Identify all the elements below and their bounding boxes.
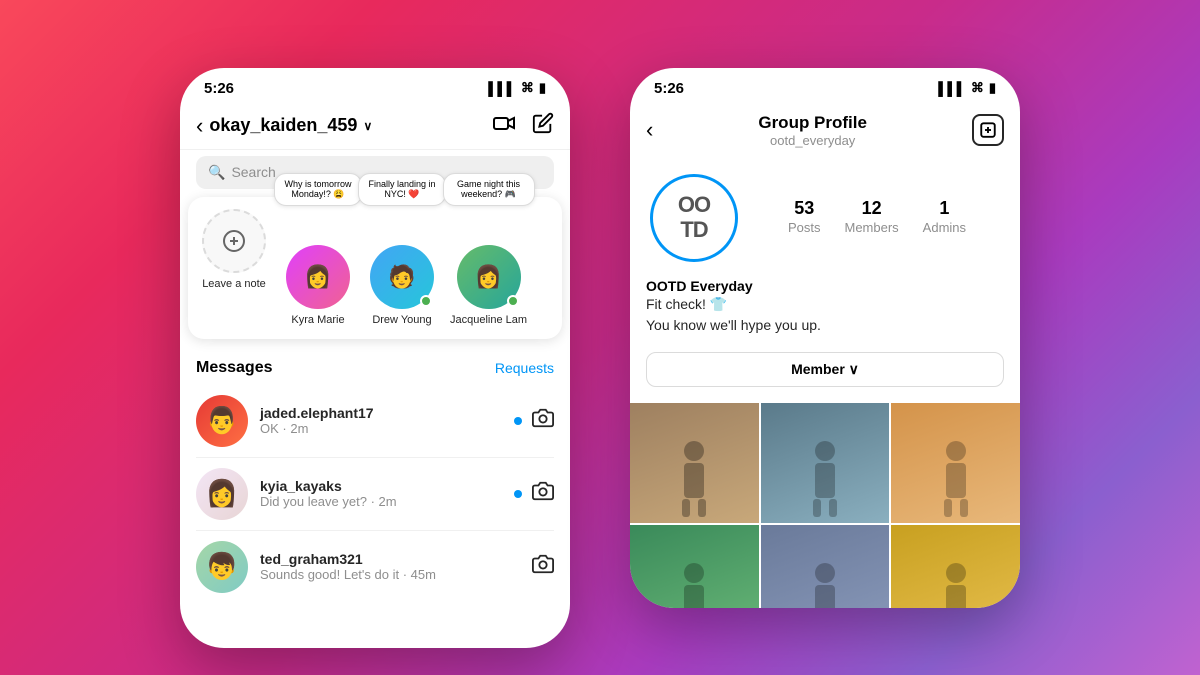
wifi-icon-right: ⌘ bbox=[971, 80, 984, 96]
members-count: 12 bbox=[844, 198, 898, 219]
time-right: 5:26 bbox=[654, 80, 684, 97]
admins-count: 1 bbox=[923, 198, 966, 219]
posts-count: 53 bbox=[788, 198, 821, 219]
nav-header-left: ‹ okay_kaiden_459 ∨ bbox=[180, 103, 570, 150]
add-note-button[interactable] bbox=[202, 209, 266, 273]
camera-icon-3[interactable] bbox=[532, 553, 554, 581]
nav-username[interactable]: okay_kaiden_459 bbox=[209, 115, 357, 136]
msg-preview-3: Sounds good! Let's do it · 45m bbox=[260, 567, 520, 582]
msg-avatar-1: 👨 bbox=[196, 395, 248, 447]
camera-icon-1[interactable] bbox=[532, 407, 554, 435]
note-drew[interactable]: Finally landing in NYC! ❤️ 🧑 Drew Young bbox=[366, 209, 438, 327]
group-profile-title: Group Profile bbox=[758, 113, 867, 133]
note-self[interactable]: Leave a note bbox=[198, 209, 270, 291]
drew-note-bubble: Finally landing in NYC! ❤️ bbox=[358, 173, 446, 207]
jacqueline-note-bubble: Game night this weekend? 🎮 bbox=[443, 173, 535, 207]
messages-header: Messages Requests bbox=[180, 347, 570, 385]
msg-actions-2 bbox=[514, 480, 554, 508]
jacqueline-label: Jacqueline Lam bbox=[450, 313, 527, 327]
group-title-block: Group Profile ootd_everyday bbox=[758, 113, 867, 148]
search-icon: 🔍 bbox=[208, 164, 225, 181]
messages-title: Messages bbox=[196, 359, 273, 377]
nav-title-left[interactable]: ‹ okay_kaiden_459 ∨ bbox=[196, 113, 372, 139]
nav-icons-left bbox=[492, 111, 554, 141]
note-jacqueline[interactable]: Game night this weekend? 🎮 👩 Jacqueline … bbox=[450, 209, 527, 327]
msg-username-3: ted_graham321 bbox=[260, 551, 520, 567]
bio-line2: You know we'll hype you up. bbox=[646, 315, 1004, 336]
back-arrow-right[interactable]: ‹ bbox=[646, 117, 653, 143]
msg-avatar-3: 👦 bbox=[196, 541, 248, 593]
grid-photo-2[interactable] bbox=[761, 403, 890, 523]
avatar-text-line1: OO bbox=[678, 192, 710, 217]
msg-actions-3 bbox=[532, 553, 554, 581]
drew-online-dot bbox=[420, 295, 432, 307]
requests-link[interactable]: Requests bbox=[495, 360, 554, 376]
status-icons-right: ▌▌▌ ⌘ ▮ bbox=[938, 80, 996, 96]
stories-row: Leave a note Why is tomorrow Monday!? 😩 … bbox=[188, 197, 562, 339]
back-arrow-left[interactable]: ‹ bbox=[196, 113, 203, 139]
signal-icon-right: ▌▌▌ bbox=[938, 81, 966, 96]
battery-icon-right: ▮ bbox=[989, 80, 996, 96]
stat-posts: 53 Posts bbox=[788, 198, 821, 237]
unread-dot-1 bbox=[514, 417, 522, 425]
stat-members: 12 Members bbox=[844, 198, 898, 237]
grid-photo-4[interactable] bbox=[630, 525, 759, 608]
photo-grid bbox=[630, 403, 1020, 608]
msg-preview-2: Did you leave yet? · 2m bbox=[260, 494, 502, 509]
msg-content-2: kyia_kayaks Did you leave yet? · 2m bbox=[260, 478, 502, 509]
video-call-icon[interactable] bbox=[492, 111, 516, 141]
battery-icon: ▮ bbox=[539, 80, 546, 96]
wifi-icon: ⌘ bbox=[521, 80, 534, 96]
status-bar-left: 5:26 ▌▌▌ ⌘ ▮ bbox=[180, 68, 570, 103]
member-button[interactable]: Member ∨ bbox=[646, 352, 1004, 387]
message-item-1[interactable]: 👨 jaded.elephant17 OK · 2m bbox=[180, 385, 570, 457]
right-phone: 5:26 ▌▌▌ ⌘ ▮ ‹ Group Profile ootd_everyd… bbox=[630, 68, 1020, 608]
bio-name: OOTD Everyday bbox=[646, 278, 1004, 294]
stats-numbers: 53 Posts 12 Members 1 Admins bbox=[754, 198, 1000, 237]
message-item-2[interactable]: 👩 kyia_kayaks Did you leave yet? · 2m bbox=[180, 458, 570, 530]
status-icons-left: ▌▌▌ ⌘ ▮ bbox=[488, 80, 546, 96]
msg-username-1: jaded.elephant17 bbox=[260, 405, 502, 421]
time-left: 5:26 bbox=[204, 80, 234, 97]
group-username: ootd_everyday bbox=[758, 133, 867, 148]
grid-photo-6[interactable] bbox=[891, 525, 1020, 608]
left-phone: 5:26 ▌▌▌ ⌘ ▮ ‹ okay_kaiden_459 ∨ bbox=[180, 68, 570, 648]
msg-actions-1 bbox=[514, 407, 554, 435]
camera-icon-2[interactable] bbox=[532, 480, 554, 508]
profile-stats: OO TD 53 Posts 12 Members 1 Admins bbox=[630, 158, 1020, 278]
kyra-note-bubble: Why is tomorrow Monday!? 😩 bbox=[274, 173, 362, 207]
note-kyra[interactable]: Why is tomorrow Monday!? 😩 👩 Kyra Marie bbox=[282, 209, 354, 327]
status-bar-right: 5:26 ▌▌▌ ⌘ ▮ bbox=[630, 68, 1020, 103]
kyra-label: Kyra Marie bbox=[291, 313, 344, 327]
add-group-button[interactable] bbox=[972, 114, 1004, 146]
msg-avatar-2: 👩 bbox=[196, 468, 248, 520]
grid-photo-5[interactable] bbox=[761, 525, 890, 608]
chevron-down-icon[interactable]: ∨ bbox=[363, 119, 372, 133]
grid-photo-3[interactable] bbox=[891, 403, 1020, 523]
msg-username-2: kyia_kayaks bbox=[260, 478, 502, 494]
msg-content-1: jaded.elephant17 OK · 2m bbox=[260, 405, 502, 436]
search-placeholder: Search bbox=[231, 164, 275, 180]
members-label: Members bbox=[844, 220, 898, 235]
drew-label: Drew Young bbox=[372, 313, 431, 327]
signal-icon: ▌▌▌ bbox=[488, 81, 516, 96]
edit-icon[interactable] bbox=[532, 112, 554, 140]
stat-admins: 1 Admins bbox=[923, 198, 966, 237]
admins-label: Admins bbox=[923, 220, 966, 235]
message-item-3[interactable]: 👦 ted_graham321 Sounds good! Let's do it… bbox=[180, 531, 570, 603]
kyra-avatar: 👩 bbox=[286, 245, 350, 309]
msg-preview-1: OK · 2m bbox=[260, 421, 502, 436]
member-button-label: Member ∨ bbox=[791, 361, 859, 378]
group-nav: ‹ Group Profile ootd_everyday bbox=[630, 103, 1020, 158]
unread-dot-2 bbox=[514, 490, 522, 498]
msg-content-3: ted_graham321 Sounds good! Let's do it ·… bbox=[260, 551, 520, 582]
grid-photo-1[interactable] bbox=[630, 403, 759, 523]
profile-bio: OOTD Everyday Fit check! 👕 You know we'l… bbox=[630, 278, 1020, 348]
avatar-text-line2: TD bbox=[680, 217, 707, 242]
jacqueline-online-dot bbox=[507, 295, 519, 307]
posts-label: Posts bbox=[788, 220, 821, 235]
group-avatar: OO TD bbox=[650, 174, 738, 262]
bio-line1: Fit check! 👕 bbox=[646, 294, 1004, 315]
note-self-label: Leave a note bbox=[202, 277, 266, 291]
